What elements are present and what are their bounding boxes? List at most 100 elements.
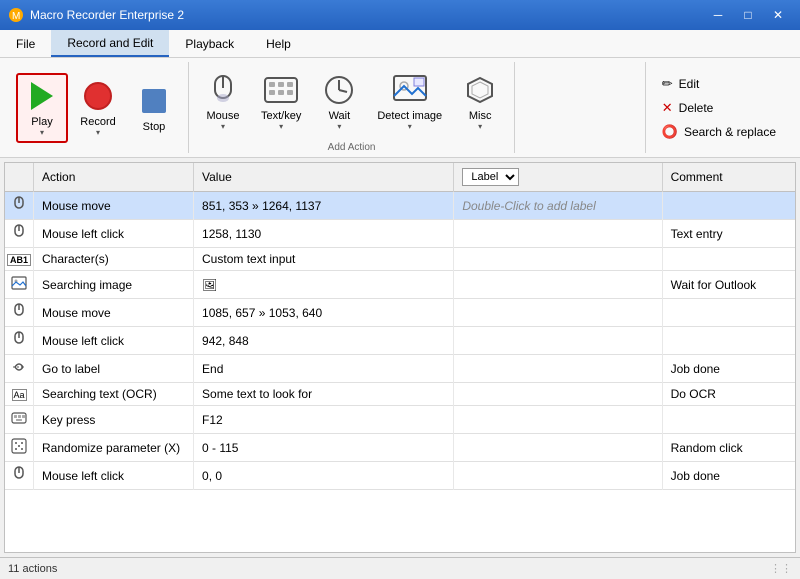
row-action: Character(s): [34, 248, 194, 271]
textkey-button[interactable]: Text/key ▾: [253, 66, 309, 136]
row-comment: Text entry: [662, 220, 795, 248]
edit-button[interactable]: ✏ Edit: [658, 74, 780, 94]
label-select[interactable]: Label: [462, 168, 519, 186]
stop-label: Stop: [143, 121, 166, 133]
wait-label: Wait: [329, 110, 351, 122]
col-comment: Comment: [662, 163, 795, 192]
row-comment: [662, 299, 795, 327]
delete-icon: ✕: [662, 100, 673, 116]
row-comment: [662, 327, 795, 355]
row-icon: Aa: [5, 383, 34, 406]
row-value: F12: [194, 406, 454, 434]
menu-help[interactable]: Help: [250, 30, 307, 57]
row-icon: [5, 220, 34, 248]
row-icon: AB1: [5, 248, 34, 271]
menu-playback[interactable]: Playback: [169, 30, 250, 57]
row-label[interactable]: [454, 406, 662, 434]
row-comment: Wait for Outlook: [662, 271, 795, 299]
delete-button[interactable]: ✕ Delete: [658, 98, 780, 118]
mouse-arrow: ▾: [221, 122, 225, 131]
row-label[interactable]: [454, 299, 662, 327]
search-replace-button[interactable]: ⭕ Search & replace: [658, 122, 780, 142]
minimize-button[interactable]: ─: [704, 5, 732, 25]
status-bar: 11 actions ⋮⋮: [0, 557, 800, 579]
table-row[interactable]: Mouse left click 942, 848: [5, 327, 795, 355]
misc-icon: [462, 72, 498, 108]
row-icon: [5, 355, 34, 383]
table-row[interactable]: Mouse move 1085, 657 » 1053, 640: [5, 299, 795, 327]
table-row[interactable]: Aa Searching text (OCR) Some text to loo…: [5, 383, 795, 406]
row-comment: [662, 192, 795, 220]
row-action: Searching image: [34, 271, 194, 299]
table-row[interactable]: AB1 Character(s) Custom text input: [5, 248, 795, 271]
table-row[interactable]: Searching image 🖼 Wait for Outlook: [5, 271, 795, 299]
row-action: Searching text (OCR): [34, 383, 194, 406]
row-action: Mouse left click: [34, 220, 194, 248]
table-row[interactable]: Key press F12: [5, 406, 795, 434]
play-label: Play: [31, 116, 52, 128]
row-comment: Do OCR: [662, 383, 795, 406]
misc-button[interactable]: Misc ▾: [454, 66, 506, 136]
title-bar: M Macro Recorder Enterprise 2 ─ □ ✕: [0, 0, 800, 30]
main-area: Action Value Label Comment M: [0, 158, 800, 557]
row-label[interactable]: [454, 434, 662, 462]
table-row[interactable]: Mouse left click 1258, 1130 Text entry: [5, 220, 795, 248]
add-action-label: Add Action: [328, 140, 376, 153]
detect-label: Detect image: [377, 110, 442, 122]
row-label[interactable]: Double-Click to add label: [454, 192, 662, 220]
record-label: Record: [80, 116, 115, 128]
search-icon: ⭕: [662, 124, 678, 140]
edit-icon: ✏: [662, 76, 673, 92]
close-button[interactable]: ✕: [764, 5, 792, 25]
row-label[interactable]: [454, 271, 662, 299]
stop-button[interactable]: Stop: [128, 73, 180, 143]
play-button[interactable]: Play ▾: [16, 73, 68, 143]
detect-button[interactable]: Detect image ▾: [369, 66, 450, 136]
row-label[interactable]: [454, 383, 662, 406]
detect-arrow: ▾: [408, 122, 412, 131]
ribbon-side-buttons: ✏ Edit ✕ Delete ⭕ Search & replace: [645, 62, 792, 153]
table-header-row: Action Value Label Comment: [5, 163, 795, 192]
row-icon: [5, 192, 34, 220]
ribbon-group-playback: Play ▾ Record ▾ Stop: [8, 62, 189, 153]
row-label[interactable]: [454, 248, 662, 271]
menu-bar: File Record and Edit Playback Help: [0, 30, 800, 58]
textkey-arrow: ▾: [279, 122, 283, 131]
play-arrow: ▾: [40, 128, 44, 137]
svg-text:M: M: [12, 11, 20, 22]
wait-icon: [321, 72, 357, 108]
row-value: Custom text input: [194, 248, 454, 271]
record-button[interactable]: Record ▾: [72, 73, 124, 143]
row-value: End: [194, 355, 454, 383]
record-arrow: ▾: [96, 128, 100, 137]
mouse-label: Mouse: [206, 110, 239, 122]
row-label[interactable]: [454, 220, 662, 248]
textkey-label: Text/key: [261, 110, 301, 122]
ribbon: Play ▾ Record ▾ Stop: [0, 58, 800, 158]
delete-label: Delete: [679, 101, 714, 115]
table-row[interactable]: Go to label End Job done: [5, 355, 795, 383]
action-count: 11 actions: [8, 563, 57, 575]
row-icon: [5, 462, 34, 490]
edit-label: Edit: [679, 77, 700, 91]
row-label[interactable]: [454, 355, 662, 383]
menu-record-edit[interactable]: Record and Edit: [51, 30, 169, 57]
row-icon: [5, 271, 34, 299]
mouse-button[interactable]: Mouse ▾: [197, 66, 249, 136]
row-value: 0, 0: [194, 462, 454, 490]
row-value: 1085, 657 » 1053, 640: [194, 299, 454, 327]
menu-file[interactable]: File: [0, 30, 51, 57]
row-label[interactable]: [454, 327, 662, 355]
table-row[interactable]: Mouse left click 0, 0 Job done: [5, 462, 795, 490]
row-comment: [662, 406, 795, 434]
table-row[interactable]: Randomize parameter (X) 0 - 115 Random c…: [5, 434, 795, 462]
maximize-button[interactable]: □: [734, 5, 762, 25]
row-action: Mouse left click: [34, 327, 194, 355]
wait-button[interactable]: Wait ▾: [313, 66, 365, 136]
table-row[interactable]: Mouse move 851, 353 » 1264, 1137 Double-…: [5, 192, 795, 220]
row-value: 🖼: [194, 271, 454, 299]
label-select-wrapper: Label: [462, 168, 653, 186]
row-comment: [662, 248, 795, 271]
row-label[interactable]: [454, 462, 662, 490]
search-label: Search & replace: [684, 125, 776, 139]
